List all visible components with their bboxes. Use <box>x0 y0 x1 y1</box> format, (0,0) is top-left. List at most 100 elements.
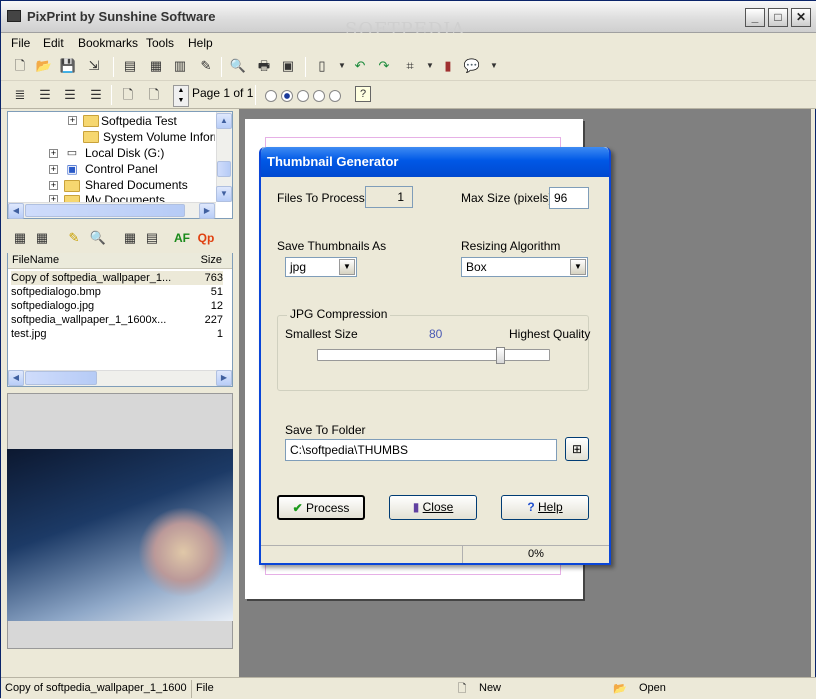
table-row[interactable]: Copy of softpedia_wallpaper_1... 763 <box>11 271 223 285</box>
quality-value: 80 <box>429 327 443 341</box>
file-size: 51 <box>210 286 223 298</box>
properties-icon[interactable]: ▤ <box>143 229 161 247</box>
redo-icon[interactable]: ↷ <box>375 57 393 75</box>
menu-bar: File Edit Bookmarks Tools Help <box>1 33 816 53</box>
page-icon[interactable]: ▯ <box>313 57 331 75</box>
resizing-select[interactable]: Box ▼ <box>461 257 588 277</box>
insert-page-icon[interactable]: 🗋 <box>119 86 137 104</box>
file-name: softpedia_wallpaper_1_1600x... <box>11 314 167 326</box>
column-header-filename[interactable]: FileName <box>8 253 188 269</box>
expand-icon[interactable]: + <box>68 116 77 125</box>
scroll-up-icon[interactable]: ▲ <box>216 113 232 129</box>
quality-slider-track[interactable] <box>317 349 550 361</box>
page-dot[interactable] <box>313 90 325 102</box>
process-label: Process <box>306 501 350 515</box>
tree-item[interactable]: Control Panel <box>85 162 158 178</box>
crop-icon[interactable]: ⌗ <box>401 57 419 75</box>
minimize-button[interactable]: _ <box>745 8 765 27</box>
status-new[interactable]: New <box>475 680 607 698</box>
scroll-right-icon[interactable]: ▶ <box>199 203 215 219</box>
scroll-left-icon[interactable]: ◀ <box>8 203 24 219</box>
menu-edit[interactable]: Edit <box>43 36 64 50</box>
help-button[interactable]: ? Help <box>501 495 589 520</box>
align-right-icon[interactable]: ☰ <box>87 86 105 104</box>
menu-file[interactable]: File <box>11 36 30 50</box>
align-left-icon[interactable]: ☰ <box>36 86 54 104</box>
details-view-icon[interactable]: ▦ <box>11 229 29 247</box>
folder-icon <box>64 180 80 192</box>
expand-icon[interactable]: + <box>49 165 58 174</box>
table-row[interactable]: test.jpg 1 <box>11 327 223 341</box>
page-dot[interactable] <box>329 90 341 102</box>
scroll-thumb[interactable] <box>25 204 185 217</box>
maximize-button[interactable]: □ <box>768 8 788 27</box>
chevron-down-icon[interactable]: ▼ <box>333 57 351 75</box>
page-dot[interactable] <box>265 90 277 102</box>
save-as-select[interactable]: jpg ▼ <box>285 257 357 277</box>
align-center-icon[interactable]: ☰ <box>61 86 79 104</box>
progress-text: 0% <box>528 548 544 560</box>
page-dot-active[interactable] <box>281 90 293 102</box>
browse-folder-button[interactable]: ⊞ <box>565 437 589 461</box>
marker-icon[interactable]: ✎ <box>65 229 83 247</box>
table-row[interactable]: softpedialogo.jpg 12 <box>11 299 223 313</box>
chevron-down-icon[interactable]: ▼ <box>485 57 503 75</box>
table-row[interactable]: softpedialogo.bmp 51 <box>11 285 223 299</box>
close-dialog-button[interactable]: ▮ Close <box>389 495 477 520</box>
close-button[interactable]: ✕ <box>791 8 811 27</box>
open-folder-icon[interactable]: 📂 <box>611 680 629 698</box>
print-preview-icon[interactable]: 🔍 <box>229 57 247 75</box>
process-button[interactable]: ✔ Process <box>277 495 365 520</box>
quality-slider-handle[interactable] <box>496 347 506 364</box>
thumbnails-icon[interactable]: ▦ <box>121 229 139 247</box>
scroll-thumb[interactable] <box>217 161 231 177</box>
save-folder-input[interactable]: C:\softpedia\THUMBS <box>285 439 557 461</box>
save-icon[interactable]: 💾 <box>59 57 77 75</box>
af-icon[interactable]: AF <box>173 229 191 247</box>
expand-icon[interactable]: + <box>49 149 58 158</box>
table-row[interactable]: softpedia_wallpaper_1_1600x... 227 <box>11 313 223 327</box>
speech-bubble-icon[interactable]: 💬 <box>463 57 481 75</box>
page-setup-icon[interactable]: ▤ <box>121 57 139 75</box>
printer-icon[interactable]: 🖶 <box>255 57 273 75</box>
column-header-size[interactable]: Size <box>188 253 232 269</box>
delete-page-icon[interactable]: 🗋 <box>145 86 163 104</box>
max-size-input[interactable]: 96 <box>549 187 589 209</box>
menu-tools[interactable]: Tools <box>146 36 174 50</box>
chevron-down-icon[interactable]: ▼ <box>570 259 586 275</box>
chevron-down-icon[interactable]: ▼ <box>421 57 439 75</box>
image-icon[interactable]: ▣ <box>279 57 297 75</box>
scroll-thumb[interactable] <box>25 371 97 385</box>
undo-icon[interactable]: ↶ <box>351 57 369 75</box>
export-icon[interactable]: ⇲ <box>85 57 103 75</box>
door-icon: ▮ <box>412 500 423 514</box>
tree-item[interactable]: Shared Documents <box>85 178 188 194</box>
chevron-down-icon[interactable]: ▼ <box>339 259 355 275</box>
status-open[interactable]: Open <box>635 680 795 698</box>
search-icon[interactable]: 🔍 <box>89 229 107 247</box>
tree-item[interactable]: System Volume Informati <box>103 130 215 146</box>
save-as-value: jpg <box>290 260 307 274</box>
menu-bookmarks[interactable]: Bookmarks <box>78 36 138 50</box>
scroll-left-icon[interactable]: ◀ <box>8 370 24 386</box>
scroll-right-icon[interactable]: ▶ <box>216 370 232 386</box>
align-icon[interactable]: ≣ <box>11 86 29 104</box>
page-dot[interactable] <box>297 90 309 102</box>
tree-item[interactable]: Softpedia Test <box>101 114 177 130</box>
layout-icon[interactable]: ▥ <box>171 57 189 75</box>
new-document-icon[interactable]: 🗋 <box>453 680 471 698</box>
scroll-down-icon[interactable]: ▼ <box>216 186 232 202</box>
help-icon[interactable]: ? <box>355 86 371 102</box>
menu-help[interactable]: Help <box>188 36 213 50</box>
resizing-label: Resizing Algorithm <box>461 239 561 253</box>
brush-icon[interactable]: ✎ <box>197 57 215 75</box>
new-document-icon[interactable]: 🗋 <box>11 57 29 75</box>
tree-item[interactable]: Local Disk (G:) <box>85 146 164 162</box>
expand-icon[interactable]: + <box>49 181 58 190</box>
list-view-icon[interactable]: ▦ <box>33 229 51 247</box>
grid-icon[interactable]: ▦ <box>147 57 165 75</box>
colors-icon[interactable]: ▮ <box>439 57 457 75</box>
qp-icon[interactable]: Qp <box>197 229 215 247</box>
open-folder-icon[interactable]: 📂 <box>35 57 53 75</box>
page-spinner[interactable]: ▲ ▼ <box>173 85 189 107</box>
